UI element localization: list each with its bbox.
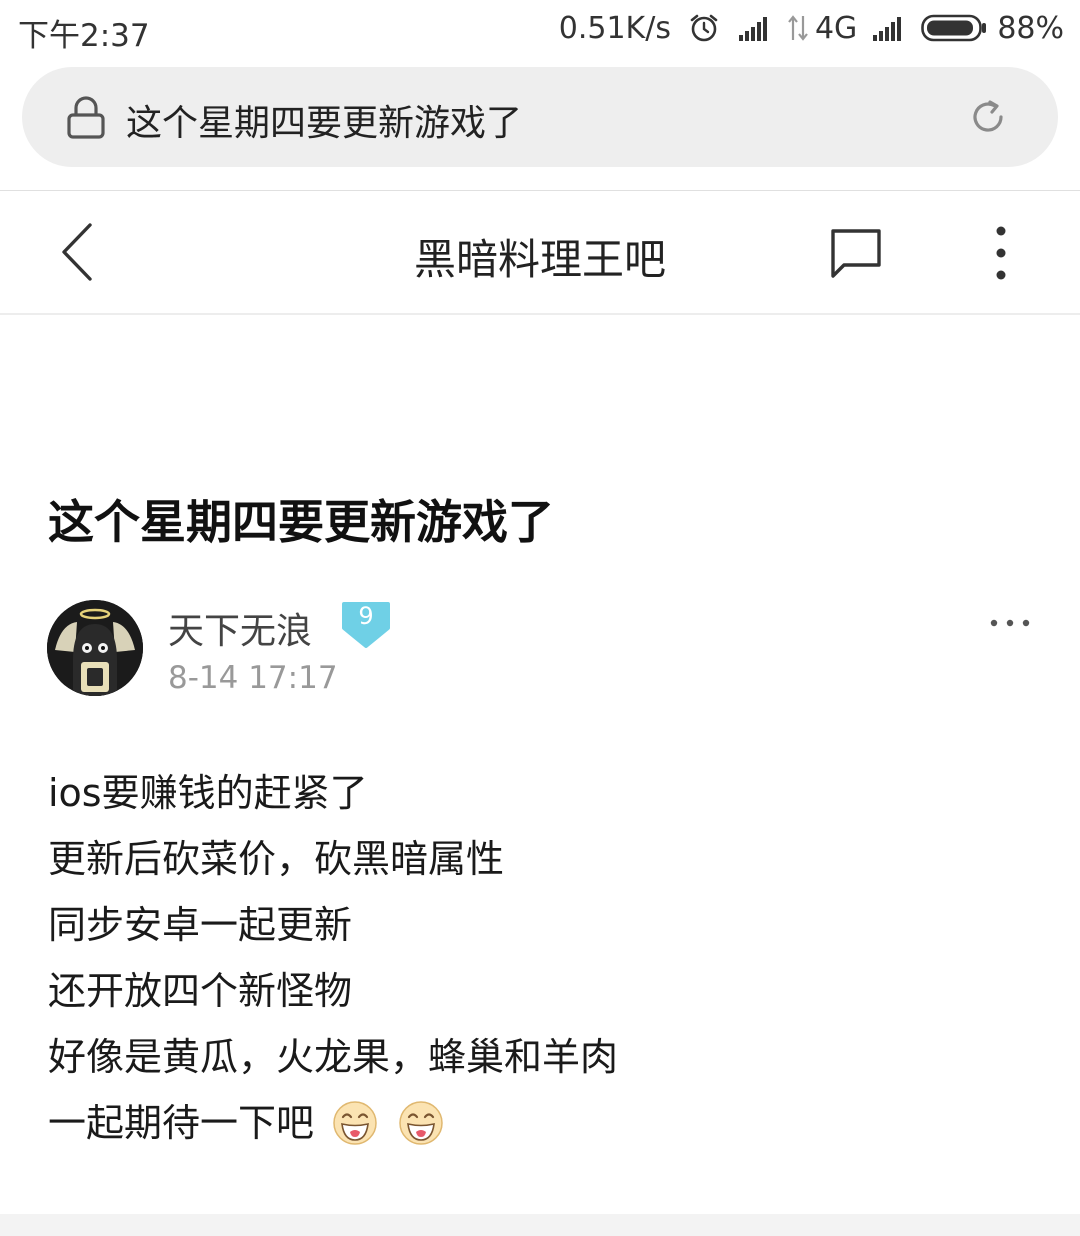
- comment-icon[interactable]: [828, 225, 884, 281]
- post-line: 好像是黄瓜，火龙果，蜂巢和羊肉: [48, 1024, 1048, 1090]
- signal-icon: [873, 17, 902, 41]
- post-line: 还开放四个新怪物: [48, 958, 1048, 1024]
- post-line-text: 一起期待一下吧: [48, 1101, 315, 1145]
- laughing-emoji-icon: [399, 1101, 443, 1145]
- post-line: 一起期待一下吧: [48, 1090, 1048, 1156]
- post-line: 同步安卓一起更新: [48, 892, 1048, 958]
- status-time: 下午2:37: [18, 18, 150, 54]
- avatar[interactable]: [47, 600, 143, 696]
- address-bar[interactable]: 这个星期四要更新游戏了: [22, 67, 1058, 167]
- post-line-text: 更新后砍菜价，砍黑暗属性: [48, 837, 505, 881]
- post-content: ios要赚钱的赶紧了 更新后砍菜价，砍黑暗属性 同步安卓一起更新 还开放四个新怪…: [48, 760, 1048, 1156]
- avatar-image: [47, 600, 143, 696]
- lock-icon: [67, 96, 105, 139]
- level-badge: 9: [340, 600, 392, 648]
- post-line-text: 同步安卓一起更新: [48, 903, 353, 947]
- signal-icon: [738, 17, 767, 41]
- net-type: 4G: [814, 10, 858, 46]
- author-name[interactable]: 天下无浪: [168, 602, 312, 654]
- address-bar-text: 这个星期四要更新游戏了: [126, 103, 523, 144]
- post-line-text: ios要赚钱的赶紧了: [48, 771, 368, 815]
- battery-percent: 88%: [997, 10, 1064, 46]
- post-more-icon[interactable]: [988, 616, 1032, 630]
- page-title: 黑暗料理王吧: [413, 235, 666, 284]
- level-number: 9: [358, 602, 374, 630]
- reload-icon[interactable]: [968, 97, 1008, 137]
- post-time: 8-14 17:17: [168, 660, 338, 696]
- net-speed: 0.51K/s: [558, 10, 671, 46]
- post-line: 更新后砍菜价，砍黑暗属性: [48, 826, 1048, 892]
- bottom-divider: [0, 1214, 1080, 1236]
- page-header: 黑暗料理王吧: [0, 191, 1080, 313]
- status-bar: 下午2:37 0.51K/s 4G 88%: [0, 0, 1080, 58]
- laughing-emoji-icon: [333, 1101, 377, 1145]
- divider: [0, 313, 1080, 315]
- post-title: 这个星期四要更新游戏了: [48, 495, 554, 549]
- battery-icon: [921, 14, 987, 42]
- data-arrows-icon: [788, 15, 808, 41]
- alarm-icon: [690, 14, 718, 42]
- more-icon[interactable]: [988, 223, 1014, 283]
- post-line: ios要赚钱的赶紧了: [48, 760, 1048, 826]
- status-indicators: 0.51K/s 4G 88%: [559, 8, 1064, 48]
- post-line-text: 还开放四个新怪物: [48, 969, 353, 1013]
- post-line-text: 好像是黄瓜，火龙果，蜂巢和羊肉: [48, 1035, 619, 1079]
